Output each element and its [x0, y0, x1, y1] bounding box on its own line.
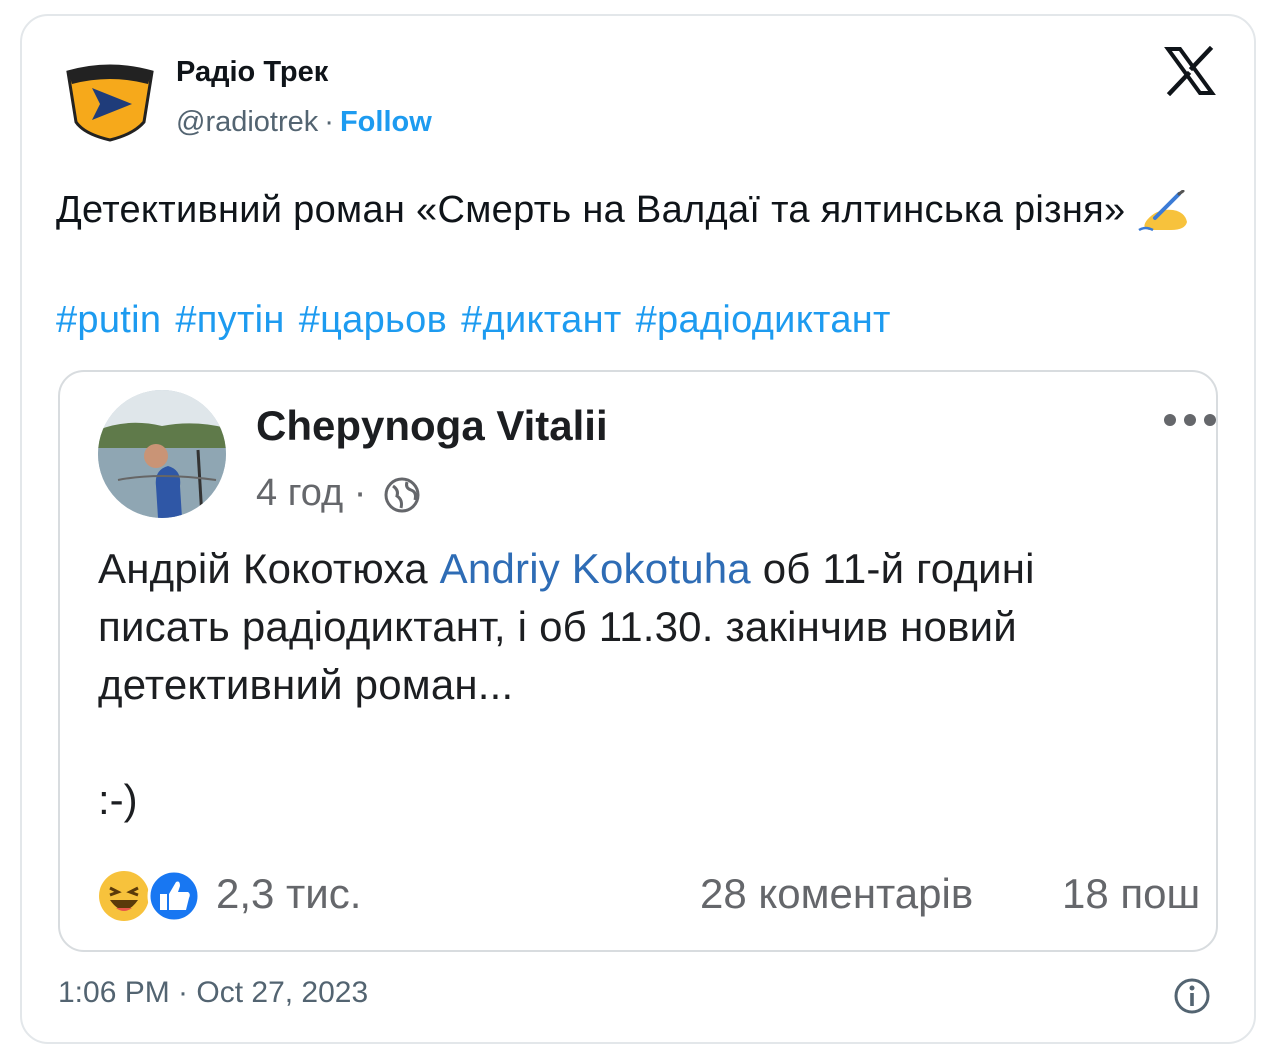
post-author-name: Chepynoga Vitalii [256, 402, 608, 449]
hashtag-link[interactable]: #царьов [299, 299, 447, 341]
hashtag-link[interactable]: #putin [56, 299, 161, 341]
comments-count: 28 коментарів [700, 870, 974, 917]
hashtag-link[interactable]: #радіодиктант [636, 299, 891, 341]
post-body-text: Андрій Кокотюха [98, 545, 440, 592]
reactions-count: 2,3 тис. [216, 870, 362, 917]
hashtag-link[interactable]: #путін [175, 299, 284, 341]
avatar [98, 390, 226, 518]
handle-row: @radiotrek · Follow [176, 106, 432, 139]
tweet-text: Детективний роман «Смерть на Валдаї та я… [56, 182, 1206, 238]
writing-hand-emoji [1138, 189, 1188, 232]
hashtag-list: #putin #путін #царьов #диктант #радіодиктант [56, 294, 891, 346]
post-smiley: :-) [98, 776, 138, 823]
post-body: Андрій Кокотюха Andriy Kokotuha об 11-й … [98, 540, 1216, 714]
embedded-post-image[interactable]: Chepynoga Vitalii 4 год · Андрій Кокотюх… [58, 370, 1218, 952]
author-handle[interactable]: @radiotrek [176, 106, 318, 138]
haha-reaction-icon [99, 871, 149, 921]
post-mention-link: Andriy Kokotuha [439, 545, 751, 592]
post-time: 4 год [256, 472, 344, 514]
x-logo[interactable] [1164, 46, 1216, 96]
hashtag-link[interactable]: #диктант [461, 299, 622, 341]
post-meta: 4 год · [256, 472, 421, 515]
handle-separator: · [324, 106, 334, 138]
shares-count: 18 пош [1062, 870, 1201, 917]
more-dots-icon [1164, 414, 1216, 426]
tweet-text-content: Детективний роман «Смерть на Валдаї та я… [56, 189, 1126, 231]
info-icon[interactable] [1172, 976, 1212, 1016]
author-name[interactable]: Радіо Трек [176, 56, 328, 89]
globe-icon [384, 477, 420, 513]
radio-trek-logo[interactable] [64, 62, 156, 142]
post-time-separator: · [353, 472, 367, 514]
tweet-timestamp[interactable]: 1:06 PM · Oct 27, 2023 [58, 976, 368, 1010]
reaction-icons [99, 869, 201, 923]
like-reaction-icon [147, 869, 201, 923]
follow-button[interactable]: Follow [340, 106, 432, 138]
